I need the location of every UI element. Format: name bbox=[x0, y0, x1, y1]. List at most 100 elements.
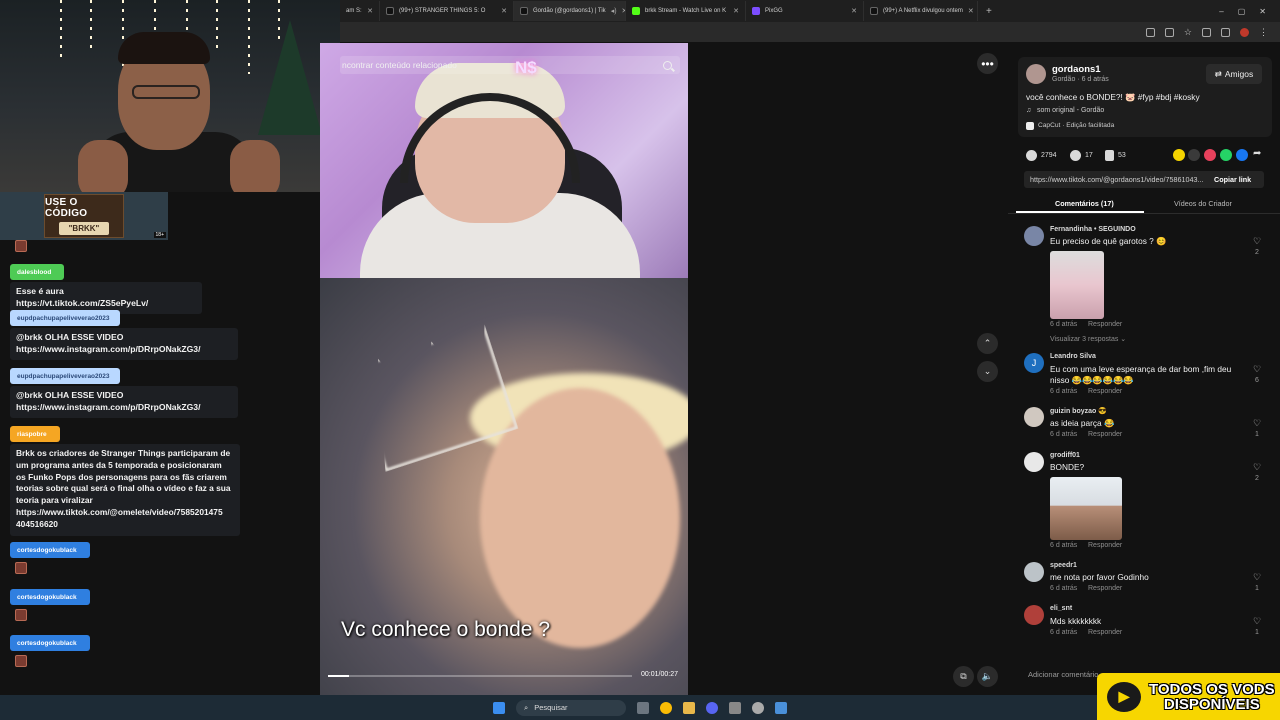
chat-username[interactable]: cortesdogokublack bbox=[10, 635, 90, 651]
chrome-icon[interactable] bbox=[660, 701, 672, 714]
discord-icon[interactable] bbox=[706, 701, 718, 714]
code-banner-code: "BRKK" bbox=[58, 222, 110, 235]
speaker-icon[interactable]: ◂) bbox=[611, 7, 617, 15]
comment-avatar[interactable] bbox=[1024, 407, 1044, 427]
comment-username[interactable]: speedr1 bbox=[1050, 562, 1077, 569]
pip-button[interactable]: ⧉ bbox=[953, 666, 974, 687]
video-progress-bar[interactable] bbox=[328, 675, 632, 677]
browser-tab[interactable]: (99+) A Netflix divulgou ontem ✕ bbox=[864, 1, 978, 21]
capcut-label[interactable]: CapCut · Edição facilitada bbox=[1038, 122, 1114, 129]
search-icon[interactable] bbox=[663, 60, 672, 70]
reply-button[interactable]: Responder bbox=[1088, 388, 1122, 395]
menu-icon[interactable]: ⋮ bbox=[1259, 27, 1268, 38]
author-username[interactable]: gordaons1 bbox=[1052, 64, 1101, 75]
close-icon[interactable]: ✕ bbox=[501, 7, 507, 15]
author-avatar[interactable] bbox=[1026, 64, 1046, 84]
reply-button[interactable]: Responder bbox=[1088, 321, 1122, 328]
comment-username[interactable]: guizin boyzao 😎 bbox=[1050, 407, 1107, 415]
tab-label: Gordão (@gordaons1) | Tik bbox=[533, 8, 606, 14]
comment-stat[interactable]: 17 bbox=[1070, 150, 1093, 161]
reply-button[interactable]: Responder bbox=[1088, 431, 1122, 438]
comment-avatar[interactable] bbox=[1024, 226, 1044, 246]
reply-button[interactable]: Responder bbox=[1088, 542, 1122, 549]
copy-link-button[interactable]: Copiar link bbox=[1210, 175, 1251, 184]
like-stat[interactable]: 2794 bbox=[1026, 150, 1057, 161]
share-arrow-icon[interactable]: ➦ bbox=[1253, 148, 1261, 159]
save-stat[interactable]: 53 bbox=[1105, 150, 1126, 161]
google-icon[interactable] bbox=[1145, 27, 1155, 37]
video-player[interactable]: N$ bbox=[320, 43, 688, 695]
comment-heart-icon[interactable]: ♡ bbox=[1253, 462, 1261, 473]
chat-username[interactable]: eupdpachupapeliveverao2023 bbox=[10, 368, 120, 384]
app-icon[interactable] bbox=[729, 701, 741, 714]
chat-username[interactable]: riaspobre bbox=[10, 426, 60, 442]
reply-button[interactable]: Responder bbox=[1088, 629, 1122, 636]
reply-button[interactable]: Responder bbox=[1088, 585, 1122, 592]
post-sound[interactable]: som original - Gordão bbox=[1037, 107, 1104, 114]
comment-heart-icon[interactable]: ♡ bbox=[1253, 236, 1261, 247]
comment-heart-icon[interactable]: ♡ bbox=[1253, 616, 1261, 627]
extensions-icon[interactable] bbox=[1202, 27, 1211, 37]
chat-message: @brkk OLHA ESSE VIDEO https://www.instag… bbox=[10, 328, 238, 360]
comment-username[interactable]: eli_snt bbox=[1050, 605, 1072, 612]
taskbar-search[interactable]: ⌕ Pesquisar bbox=[516, 699, 626, 716]
video-url[interactable]: https://www.tiktok.com/@gordaons1/video/… bbox=[1024, 175, 1210, 184]
windows-start-icon[interactable] bbox=[493, 701, 505, 714]
music-icon: ♫ bbox=[1026, 107, 1032, 114]
share-coin-icon[interactable] bbox=[1173, 149, 1185, 161]
tab-creator-videos[interactable]: Vídeos do Criador bbox=[1174, 199, 1232, 208]
more-options-button[interactable]: ••• bbox=[977, 53, 998, 74]
comment-heart-icon[interactable]: ♡ bbox=[1253, 364, 1261, 375]
obs-icon[interactable] bbox=[752, 701, 764, 714]
file-explorer-icon[interactable] bbox=[683, 701, 695, 714]
steam-icon[interactable] bbox=[775, 701, 787, 714]
close-window-button[interactable]: ✕ bbox=[1259, 7, 1266, 16]
comment-avatar[interactable]: J bbox=[1024, 353, 1044, 373]
comment-image[interactable] bbox=[1050, 477, 1122, 540]
whatsapp-icon[interactable] bbox=[1220, 149, 1232, 161]
browser-tab[interactable]: (99+) STRANGER THINGS 5: O ✕ bbox=[380, 1, 514, 21]
close-icon[interactable]: ✕ bbox=[367, 7, 373, 15]
browser-tab[interactable]: am S: ✕ bbox=[340, 1, 380, 21]
comment-avatar[interactable] bbox=[1024, 605, 1044, 625]
comment-avatar[interactable] bbox=[1024, 562, 1044, 582]
task-view-icon[interactable] bbox=[637, 701, 649, 714]
cast-icon[interactable] bbox=[1164, 27, 1174, 37]
chat-username[interactable]: cortesdogokublack bbox=[10, 542, 90, 558]
comment-image[interactable] bbox=[1050, 251, 1104, 319]
minimize-button[interactable]: – bbox=[1219, 7, 1223, 16]
close-icon[interactable]: ✕ bbox=[851, 7, 857, 15]
friends-button[interactable]: ⇄ Amigos bbox=[1206, 64, 1262, 84]
tab-label: PixGG bbox=[765, 8, 783, 14]
comment-heart-icon[interactable]: ♡ bbox=[1253, 572, 1261, 583]
chat-username[interactable]: cortesdogokublack bbox=[10, 589, 90, 605]
related-search-bar[interactable]: ncontrar conteúdo relacionado bbox=[340, 56, 680, 74]
link-box: https://www.tiktok.com/@gordaons1/video/… bbox=[1024, 171, 1264, 188]
browser-tab[interactable]: brkk Stream - Watch Live on K ✕ bbox=[626, 1, 746, 21]
view-replies-button[interactable]: Visualizar 3 respostas ⌄ bbox=[1050, 335, 1126, 343]
star-icon[interactable]: ☆ bbox=[1184, 27, 1192, 38]
browser-tab[interactable]: PixGG ✕ bbox=[746, 1, 864, 21]
comment-heart-icon[interactable]: ♡ bbox=[1253, 418, 1261, 429]
tab-comments[interactable]: Comentários (17) bbox=[1055, 199, 1114, 208]
close-icon[interactable]: ✕ bbox=[968, 7, 974, 15]
profile-avatar[interactable] bbox=[1240, 27, 1249, 37]
browser-tab[interactable]: Gordão (@gordaons1) | Tik◂)✕ bbox=[514, 1, 626, 21]
chat-username[interactable]: eupdpachupapeliveverao2023 bbox=[10, 310, 120, 326]
maximize-button[interactable]: ▢ bbox=[1238, 7, 1246, 16]
volume-button[interactable]: 🔈 bbox=[977, 666, 998, 687]
chat-username[interactable]: dalesblood bbox=[10, 264, 64, 280]
comment-username[interactable]: Fernandinha • SEGUINDO bbox=[1050, 226, 1136, 233]
send-icon[interactable] bbox=[1204, 149, 1216, 161]
sidebar-icon[interactable] bbox=[1221, 27, 1230, 37]
close-icon[interactable]: ✕ bbox=[733, 7, 739, 15]
comment-avatar[interactable] bbox=[1024, 452, 1044, 472]
comment-username[interactable]: Leandro Silva bbox=[1050, 353, 1096, 360]
new-tab-button[interactable]: + bbox=[978, 6, 1000, 17]
previous-video-button[interactable]: ⌃ bbox=[977, 333, 998, 354]
comment-username[interactable]: grodiff01 bbox=[1050, 452, 1080, 459]
embed-icon[interactable] bbox=[1188, 149, 1200, 161]
next-video-button[interactable]: ⌄ bbox=[977, 361, 998, 382]
facebook-icon[interactable] bbox=[1236, 149, 1248, 161]
comment-text: as ideia parça 😂 bbox=[1050, 418, 1115, 428]
